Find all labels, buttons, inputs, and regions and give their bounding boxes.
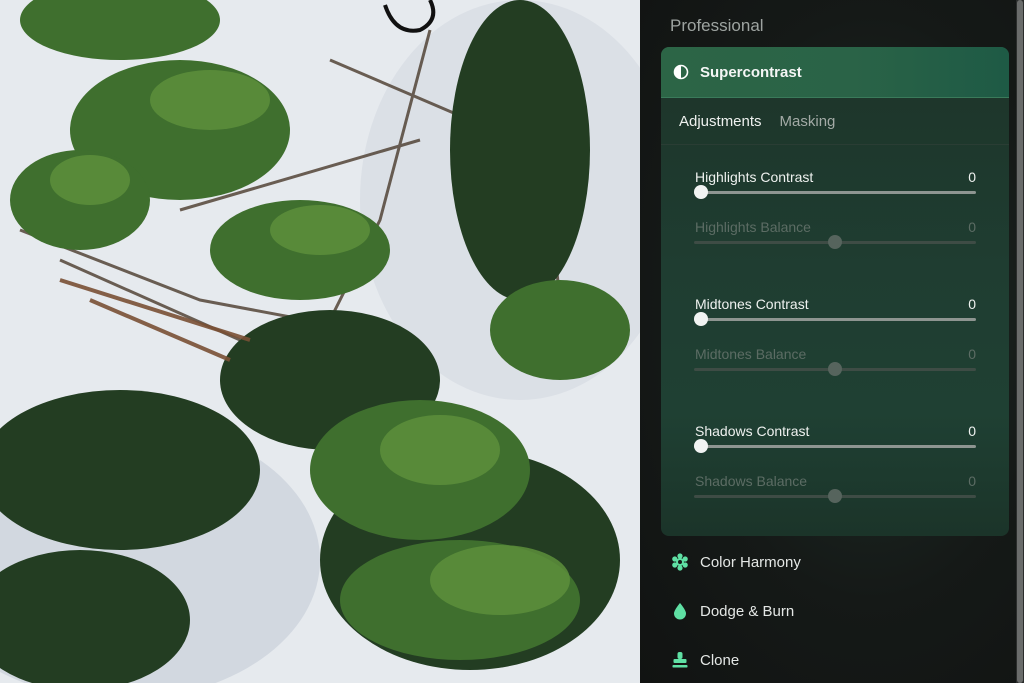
slider-value: 0 bbox=[968, 473, 976, 489]
tool-clone[interactable]: Clone bbox=[670, 646, 739, 674]
module-tabs: Adjustments Masking bbox=[661, 98, 1009, 145]
slider-label: Shadows Balance bbox=[695, 473, 808, 489]
slider-label: Highlights Balance bbox=[695, 219, 811, 235]
slider-shadows-contrast[interactable]: Shadows Contrast 0 bbox=[694, 423, 976, 459]
tab-masking[interactable]: Masking bbox=[780, 113, 836, 130]
drop-icon bbox=[670, 601, 690, 621]
slider-value: 0 bbox=[968, 296, 976, 312]
slider-label: Shadows Contrast bbox=[695, 423, 810, 439]
panel-scrollbar[interactable] bbox=[1016, 0, 1024, 683]
slider-knob bbox=[828, 362, 842, 376]
supercontrast-module: Supercontrast Adjustments Masking Highli… bbox=[661, 47, 1009, 536]
slider-midtones-balance: Midtones Balance 0 bbox=[694, 346, 976, 382]
tab-adjustments[interactable]: Adjustments bbox=[679, 113, 762, 130]
module-title: Supercontrast bbox=[700, 63, 802, 81]
module-header[interactable]: Supercontrast bbox=[661, 47, 1009, 98]
slider-highlights-contrast[interactable]: Highlights Contrast 0 bbox=[694, 169, 976, 205]
slider-label: Highlights Contrast bbox=[695, 169, 814, 185]
scrollbar-thumb[interactable] bbox=[1017, 0, 1023, 683]
section-title: Professional bbox=[670, 16, 764, 35]
slider-shadows-balance: Shadows Balance 0 bbox=[694, 473, 976, 509]
slider-label: Midtones Balance bbox=[695, 346, 807, 362]
slider-track[interactable] bbox=[694, 318, 976, 321]
photo-canvas[interactable] bbox=[0, 0, 640, 683]
slider-highlights-balance: Highlights Balance 0 bbox=[694, 219, 976, 255]
slider-label: Midtones Contrast bbox=[695, 296, 809, 312]
slider-midtones-contrast[interactable]: Midtones Contrast 0 bbox=[694, 296, 976, 332]
photo-image bbox=[0, 0, 640, 683]
slider-knob bbox=[828, 489, 842, 503]
tool-label: Color Harmony bbox=[700, 553, 801, 571]
tool-label: Clone bbox=[700, 651, 740, 669]
slider-knob[interactable] bbox=[694, 185, 708, 199]
slider-track[interactable] bbox=[694, 191, 976, 194]
slider-knob[interactable] bbox=[694, 312, 708, 326]
stamp-icon bbox=[670, 650, 690, 670]
flower-gear-icon bbox=[670, 552, 690, 572]
slider-track[interactable] bbox=[694, 445, 976, 448]
tool-label: Dodge & Burn bbox=[700, 602, 795, 620]
slider-value: 0 bbox=[968, 169, 976, 185]
adjustments-panel: Professional Supercontrast Adjustments M… bbox=[640, 0, 1024, 683]
tool-color-harmony[interactable]: Color Harmony bbox=[670, 548, 801, 576]
half-circle-contrast-icon bbox=[673, 64, 689, 80]
slider-value: 0 bbox=[968, 423, 976, 439]
slider-knob[interactable] bbox=[694, 439, 708, 453]
tool-dodge-burn[interactable]: Dodge & Burn bbox=[670, 597, 794, 625]
slider-knob bbox=[828, 235, 842, 249]
slider-value: 0 bbox=[968, 219, 976, 235]
slider-value: 0 bbox=[968, 346, 976, 362]
